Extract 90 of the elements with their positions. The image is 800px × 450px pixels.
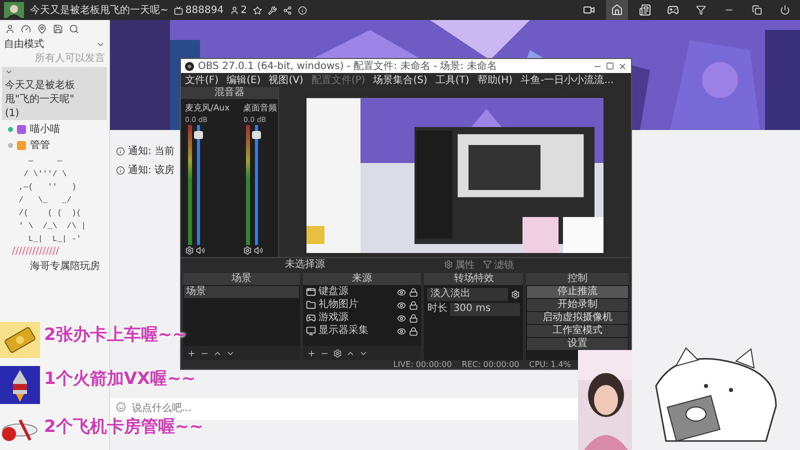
- home-icon: [611, 4, 623, 16]
- filter-icon: [696, 5, 706, 15]
- control-button[interactable]: 设置: [527, 338, 628, 350]
- monitor-icon: [306, 326, 316, 336]
- gift-message: 2个飞机卡房管喔~~: [44, 417, 204, 437]
- wrench-icon: [268, 6, 277, 14]
- source-button[interactable]: 属性: [444, 258, 475, 272]
- eye-icon: [397, 288, 406, 296]
- lock-icon: [409, 326, 418, 336]
- home-button[interactable]: [606, 0, 628, 20]
- control-button[interactable]: 启动虚拟摄像机: [527, 312, 628, 324]
- slider-thumb[interactable]: [252, 131, 262, 139]
- volume-slider[interactable]: [255, 125, 258, 245]
- rec-status: REC: 00:00:00: [462, 360, 520, 369]
- online-count: 2: [240, 4, 247, 16]
- dock-title: 控制: [568, 274, 588, 284]
- gear-icon: [332, 348, 342, 358]
- member-name[interactable]: 喵小喵: [30, 122, 60, 136]
- channel-count: (1): [5, 108, 20, 119]
- dock-title: 转场特效: [454, 274, 494, 284]
- save-icon: [53, 24, 63, 34]
- lock-icon: [409, 288, 418, 296]
- power-icon: [780, 5, 790, 15]
- search-icon: [69, 24, 79, 34]
- speak-permission: 所有人可以发言: [35, 52, 105, 65]
- restore-icon: [752, 5, 762, 15]
- notice-text: 通知: 该房: [128, 164, 175, 177]
- emoji-icon: [116, 402, 126, 412]
- gear-icon: [243, 246, 252, 255]
- divider-text: //////////////: [11, 246, 60, 257]
- card-icon: [0, 322, 40, 358]
- channel-item[interactable]: 今天又是被老板甩"飞的一天呢" (1): [2, 67, 107, 120]
- dock-title: 场景: [231, 274, 252, 284]
- scene-item[interactable]: 场景: [184, 286, 299, 298]
- notice-text: 通知: 当前: [128, 144, 175, 158]
- gamepad-icon: [667, 4, 679, 16]
- member-name[interactable]: 管管: [30, 138, 50, 152]
- tv-icon: [174, 6, 184, 14]
- control-button[interactable]: 停止推流: [527, 286, 628, 298]
- location-icon: [37, 24, 47, 34]
- mode-dropdown[interactable]: 自由模式: [4, 37, 44, 51]
- folder-icon: [306, 300, 316, 310]
- control-button[interactable]: 工作室模式: [527, 325, 628, 337]
- lock-icon: [409, 314, 418, 322]
- speaker-icon: [196, 246, 205, 255]
- info-icon: [116, 166, 125, 174]
- window-icon: [306, 287, 316, 297]
- rocket-icon: [0, 366, 40, 404]
- video-icon: [583, 4, 595, 16]
- live-status: LIVE: 00:00:00: [393, 360, 452, 369]
- info-icon: [116, 146, 125, 156]
- slider-thumb[interactable]: [194, 131, 203, 139]
- duration-field[interactable]: 300 ms: [450, 302, 520, 316]
- gear-icon: [185, 246, 194, 255]
- filter-icon: [483, 260, 492, 269]
- add-icon: [187, 348, 196, 358]
- ascii-art: — — / \'''/ \ ,—( '' ) / \_ _/ /( ( ( )( ' \ /_\ /\ | L_| L_| -': [18, 156, 88, 246]
- source-item[interactable]: 游戏源: [318, 313, 394, 323]
- source-item[interactable]: 键盘源: [318, 287, 394, 297]
- gear-icon: [444, 260, 453, 269]
- gauge-icon: [21, 24, 31, 34]
- user-icon: [5, 24, 15, 34]
- star-icon: [252, 6, 262, 14]
- source-item[interactable]: 显示器采集: [318, 326, 394, 336]
- gamepad-icon: [306, 313, 316, 323]
- volume-slider[interactable]: [197, 125, 200, 245]
- share-icon: [282, 6, 292, 14]
- eye-icon: [397, 326, 406, 336]
- speaker-icon: [254, 246, 264, 255]
- room-id: 888894: [185, 4, 224, 16]
- lock-icon: [409, 300, 418, 310]
- cpu-status: CPU: 1.4%: [529, 360, 571, 369]
- source-status: 未选择源: [285, 260, 325, 270]
- control-button[interactable]: 开始录制: [527, 299, 628, 311]
- add-icon: [306, 348, 316, 358]
- transition-dropdown[interactable]: 淡入淡出: [427, 288, 508, 300]
- user-icon: [230, 6, 239, 14]
- eye-icon: [397, 300, 406, 310]
- room-link[interactable]: 海哥专属陪玩房: [0, 259, 109, 273]
- channel-name: 今天又是被老板甩"飞的一天呢": [5, 78, 76, 106]
- news-icon: [639, 4, 651, 16]
- info-icon: [298, 6, 307, 14]
- gear-icon: [511, 290, 520, 298]
- source-button[interactable]: 滤镜: [483, 258, 514, 272]
- dock-title: 来源: [352, 274, 372, 284]
- source-item[interactable]: 礼物图片: [318, 300, 394, 310]
- gift-message: 1个火箭加VX喔~~: [44, 369, 196, 389]
- duration-label: 时长: [427, 304, 448, 314]
- room-title: 今天又是被老板甩飞的一天呢~: [30, 4, 168, 17]
- eye-icon: [397, 314, 406, 322]
